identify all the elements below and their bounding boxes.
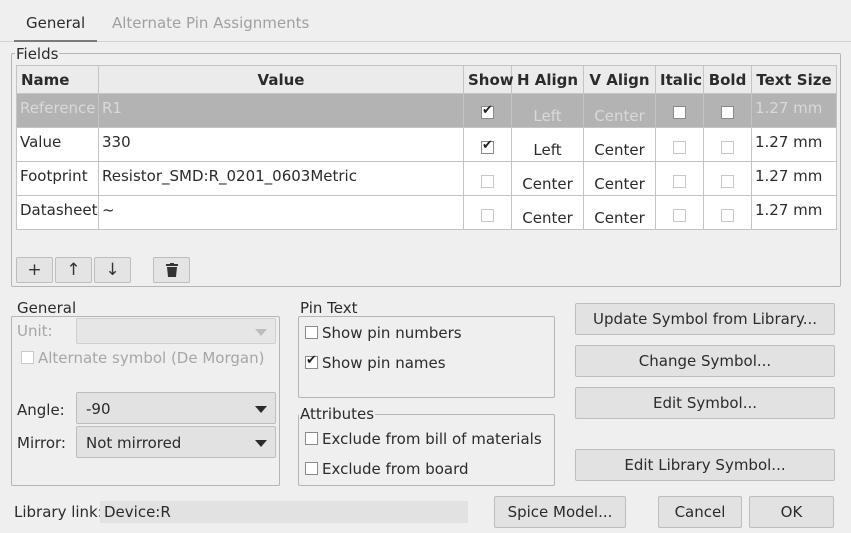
- bold-checkbox[interactable]: [721, 209, 734, 222]
- cell-italic[interactable]: [655, 127, 704, 162]
- unit-label: Unit:: [17, 322, 53, 340]
- cell-h-align[interactable]: Center: [511, 161, 584, 196]
- cell-show[interactable]: [463, 195, 512, 230]
- general-legend: General: [16, 299, 78, 317]
- cell-value[interactable]: ~: [98, 195, 464, 230]
- col-header-value[interactable]: Value: [98, 65, 464, 94]
- cell-italic[interactable]: [655, 161, 704, 196]
- cell-italic[interactable]: [655, 93, 704, 128]
- italic-checkbox[interactable]: [673, 106, 686, 119]
- spice-model-button[interactable]: Spice Model...: [494, 496, 626, 528]
- alternate-symbol-checkbox-box[interactable]: [21, 351, 34, 364]
- arrow-down-icon: ↓: [105, 260, 120, 280]
- cell-text-size[interactable]: 1.27 mm: [751, 127, 837, 162]
- edit-library-symbol-button[interactable]: Edit Library Symbol...: [575, 449, 835, 481]
- move-up-button[interactable]: ↑: [55, 257, 92, 283]
- show-pin-numbers-checkbox-box[interactable]: [305, 326, 318, 339]
- cell-show[interactable]: ✔: [463, 93, 512, 128]
- chevron-down-icon: [255, 406, 267, 413]
- col-header-show[interactable]: Show: [463, 65, 514, 94]
- cell-v-align[interactable]: Center: [583, 127, 656, 162]
- show-pin-names-checkbox-box[interactable]: ✔: [305, 353, 318, 369]
- angle-select[interactable]: -90: [76, 392, 276, 424]
- show-checkbox[interactable]: ✔: [481, 103, 494, 119]
- trash-icon: [165, 263, 178, 277]
- col-header-v-align[interactable]: V Align: [583, 65, 656, 94]
- exclude-bom-checkbox[interactable]: Exclude from bill of materials: [305, 430, 542, 448]
- show-checkbox[interactable]: [481, 175, 494, 188]
- mirror-label: Mirror:: [17, 434, 66, 452]
- cell-show[interactable]: [463, 161, 512, 196]
- change-symbol-button[interactable]: Change Symbol...: [575, 345, 835, 377]
- bold-checkbox[interactable]: [721, 106, 734, 119]
- arrow-up-icon: ↑: [66, 260, 81, 280]
- tab-general[interactable]: General: [14, 0, 98, 42]
- table-row[interactable]: Footprint Resistor_SMD:R_0201_0603Metric…: [16, 161, 837, 196]
- show-pin-numbers-checkbox[interactable]: Show pin numbers: [305, 324, 462, 342]
- library-link-field[interactable]: Device:R: [100, 501, 468, 523]
- pin-text-legend: Pin Text: [299, 299, 359, 317]
- italic-checkbox[interactable]: [673, 209, 686, 222]
- show-checkbox[interactable]: [481, 209, 494, 222]
- cell-show[interactable]: ✔: [463, 127, 512, 162]
- tab-alternate-pin-assignments[interactable]: Alternate Pin Assignments: [100, 0, 321, 42]
- update-symbol-button[interactable]: Update Symbol from Library...: [575, 303, 835, 335]
- cell-name[interactable]: Reference: [16, 93, 99, 128]
- alternate-symbol-checkbox[interactable]: Alternate symbol (De Morgan): [21, 349, 264, 367]
- plus-icon: +: [27, 260, 42, 280]
- chevron-down-icon: [255, 440, 267, 447]
- cell-h-align[interactable]: Left: [511, 127, 584, 162]
- col-header-italic[interactable]: Italic: [655, 65, 704, 94]
- mirror-select[interactable]: Not mirrored: [76, 426, 276, 458]
- exclude-bom-checkbox-box[interactable]: [305, 432, 318, 445]
- italic-checkbox[interactable]: [673, 175, 686, 188]
- cell-v-align[interactable]: Center: [583, 195, 656, 230]
- delete-field-button[interactable]: [153, 257, 190, 283]
- cell-italic[interactable]: [655, 195, 704, 230]
- add-field-button[interactable]: +: [16, 257, 53, 283]
- exclude-board-checkbox[interactable]: Exclude from board: [305, 460, 469, 478]
- cell-name[interactable]: Value: [16, 127, 99, 162]
- cell-value[interactable]: R1: [98, 93, 464, 128]
- bold-checkbox[interactable]: [721, 175, 734, 188]
- cell-bold[interactable]: [703, 161, 752, 196]
- table-row[interactable]: Reference R1 ✔ Left Center 1.27 mm: [16, 93, 837, 128]
- cell-bold[interactable]: [703, 127, 752, 162]
- cell-v-align[interactable]: Center: [583, 93, 656, 128]
- cell-text-size[interactable]: 1.27 mm: [751, 195, 837, 230]
- italic-checkbox[interactable]: [673, 141, 686, 154]
- cell-v-align[interactable]: Center: [583, 161, 656, 196]
- library-link-label: Library link:: [14, 503, 103, 521]
- show-checkbox[interactable]: ✔: [481, 138, 494, 154]
- attributes-legend: Attributes: [299, 405, 376, 423]
- col-header-text-size[interactable]: Text Size: [751, 65, 837, 94]
- edit-symbol-button[interactable]: Edit Symbol...: [575, 387, 835, 419]
- unit-select[interactable]: [76, 318, 276, 344]
- cell-name[interactable]: Datasheet: [16, 195, 99, 230]
- show-pin-names-checkbox[interactable]: ✔ Show pin names: [305, 353, 446, 372]
- fields-grid: Name Value Show H Align V Align Italic B…: [16, 65, 837, 230]
- cell-name[interactable]: Footprint: [16, 161, 99, 196]
- cancel-button[interactable]: Cancel: [658, 496, 742, 528]
- exclude-board-checkbox-box[interactable]: [305, 462, 318, 475]
- table-row[interactable]: Datasheet ~ Center Center 1.27 mm: [16, 195, 837, 230]
- angle-label: Angle:: [17, 401, 65, 419]
- bold-checkbox[interactable]: [721, 141, 734, 154]
- cell-text-size[interactable]: 1.27 mm: [751, 93, 837, 128]
- cell-h-align[interactable]: Left: [511, 93, 584, 128]
- cell-value[interactable]: 330: [98, 127, 464, 162]
- col-header-name[interactable]: Name: [16, 65, 99, 94]
- table-row[interactable]: Value 330 ✔ Left Center 1.27 mm: [16, 127, 837, 162]
- col-header-bold[interactable]: Bold: [703, 65, 752, 94]
- cell-value[interactable]: Resistor_SMD:R_0201_0603Metric: [98, 161, 464, 196]
- move-down-button[interactable]: ↓: [94, 257, 131, 283]
- cell-text-size[interactable]: 1.27 mm: [751, 161, 837, 196]
- fields-legend: Fields: [15, 45, 60, 63]
- cell-bold[interactable]: [703, 195, 752, 230]
- ok-button[interactable]: OK: [749, 496, 834, 528]
- cell-h-align[interactable]: Center: [511, 195, 584, 230]
- cell-bold[interactable]: [703, 93, 752, 128]
- chevron-down-icon: [255, 329, 267, 336]
- col-header-h-align[interactable]: H Align: [511, 65, 584, 94]
